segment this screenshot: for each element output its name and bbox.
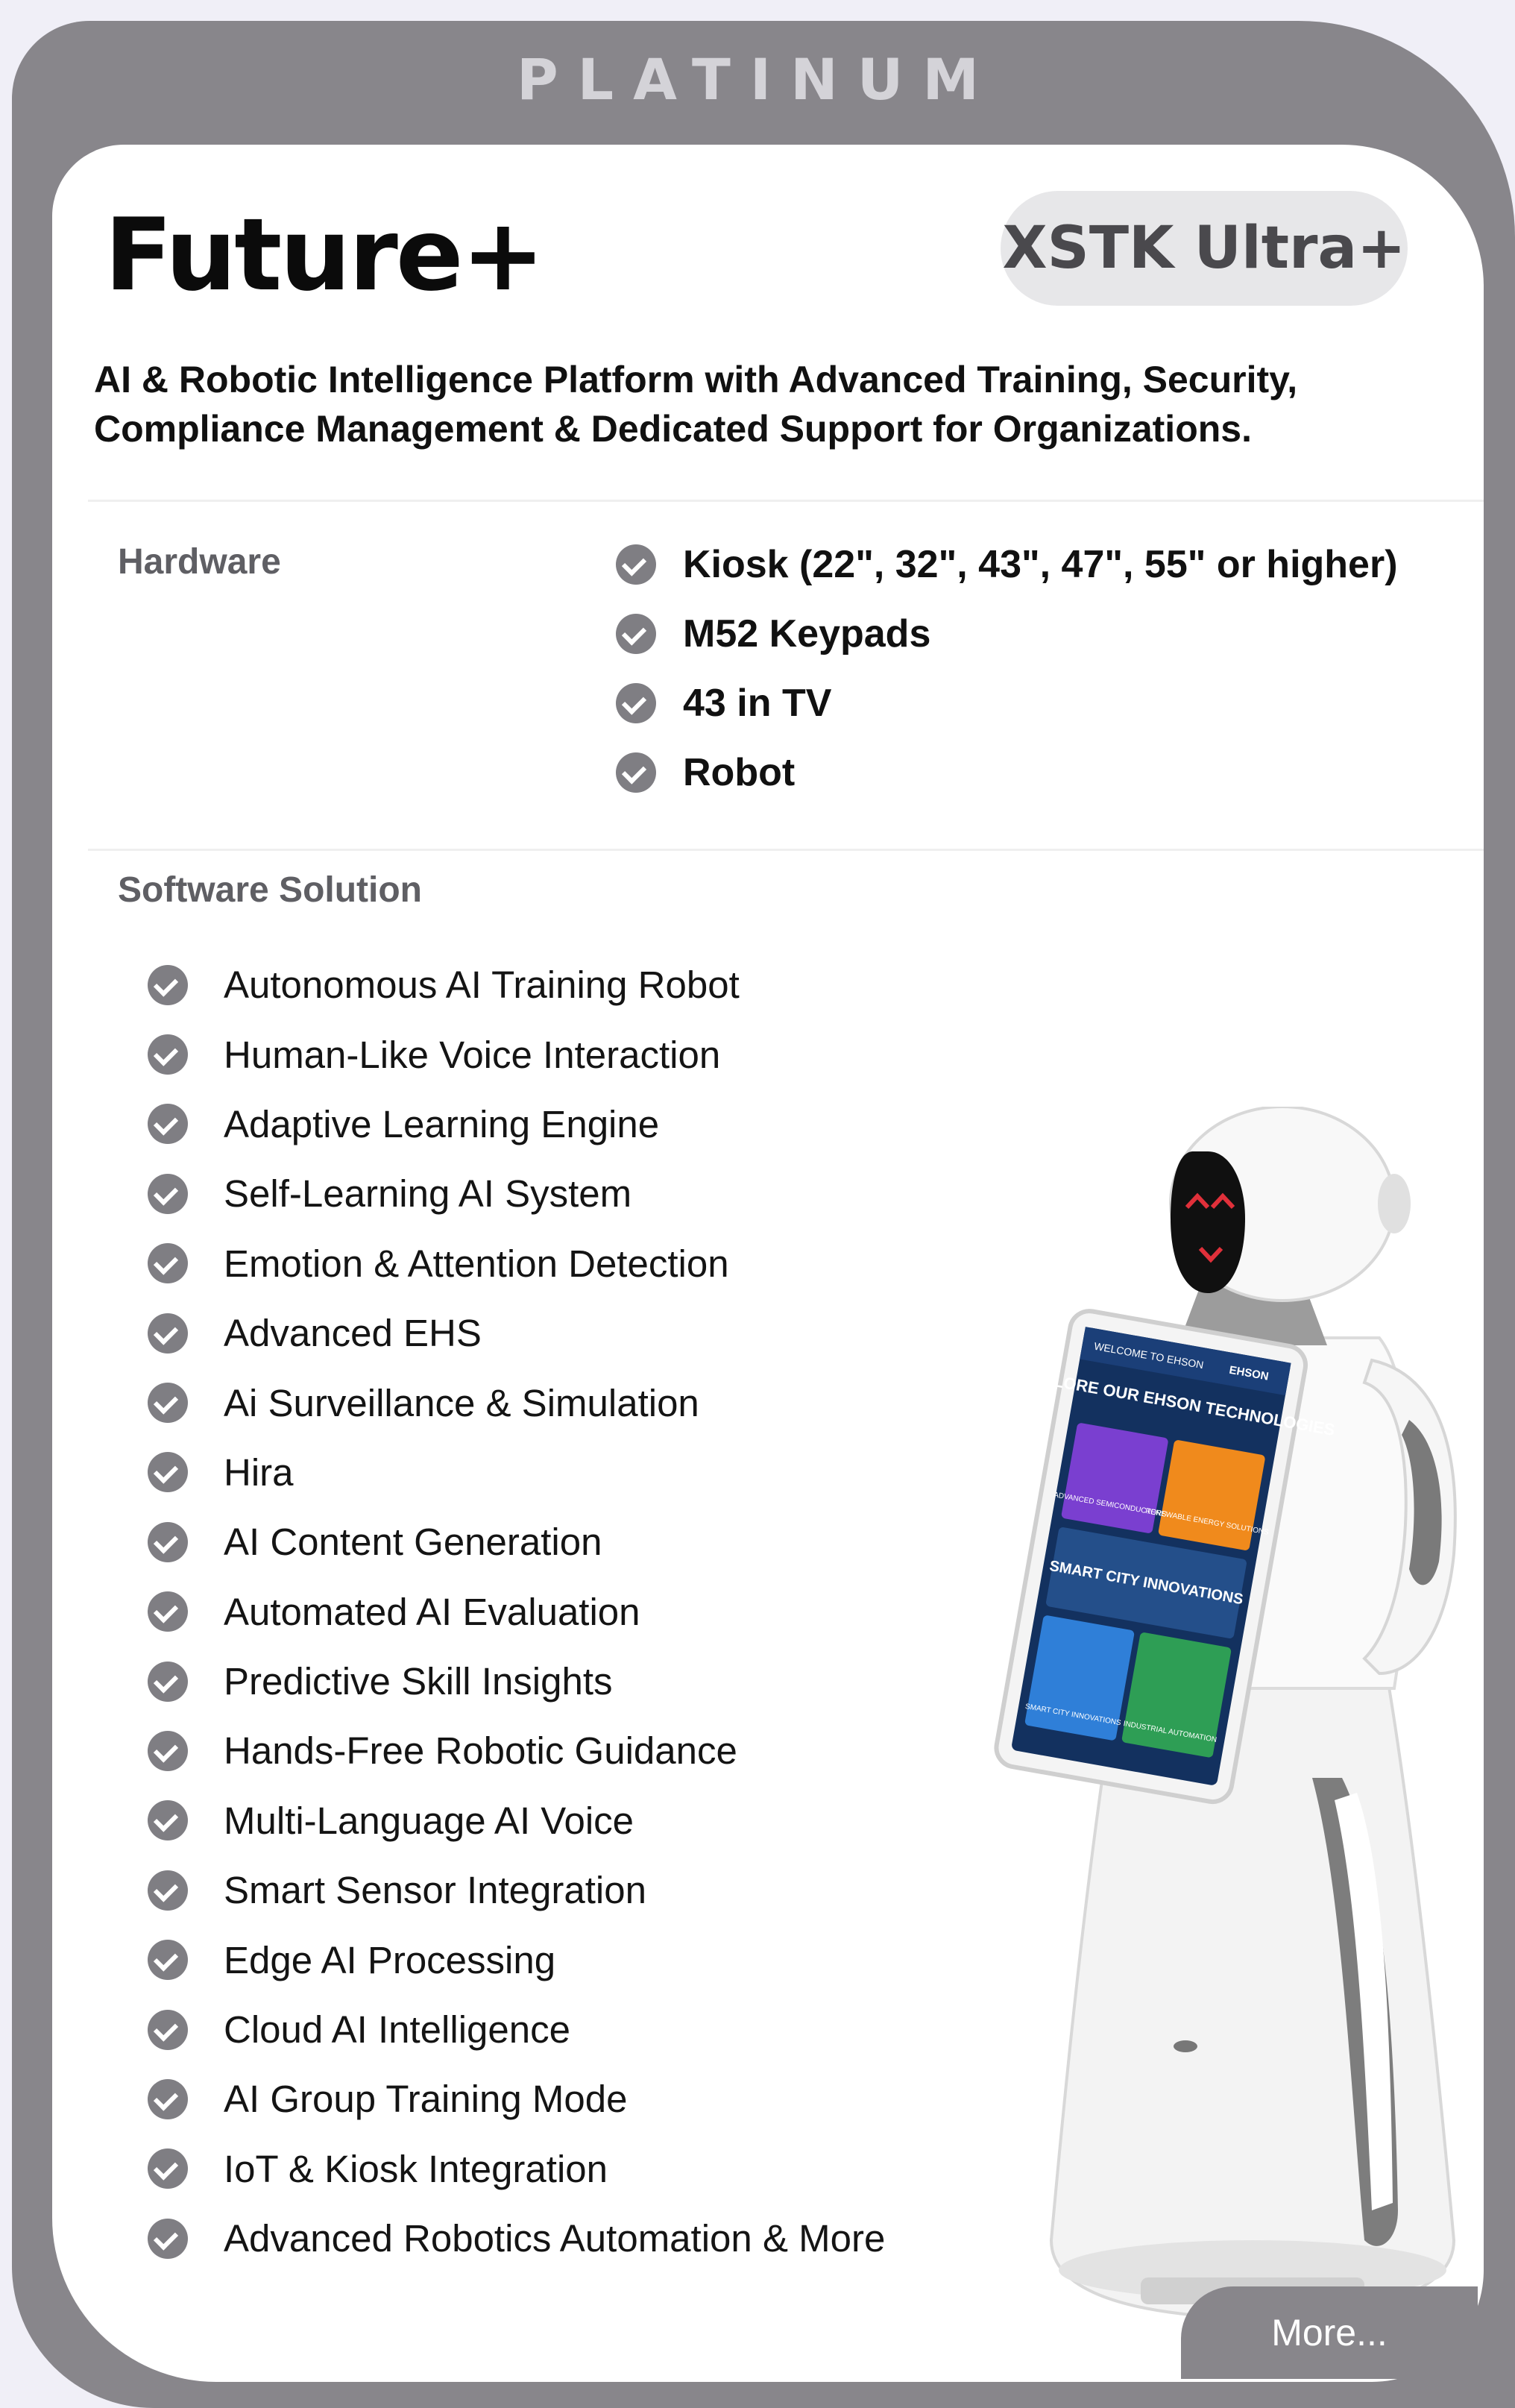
list-item: 43 in TV [616,668,1398,738]
check-icon [148,1383,188,1424]
hardware-label: Hardware [118,542,281,582]
hardware-item: Kiosk (22", 32", 43", 47", 55" or higher… [683,542,1398,586]
divider [88,500,1484,502]
software-item: Edge AI Processing [224,1938,556,1981]
software-item: AI Content Generation [224,1521,602,1564]
list-item: AI Content Generation [148,1507,885,1576]
check-icon [148,1173,188,1214]
check-icon [148,2009,188,2050]
list-item: Emotion & Attention Detection [148,1229,885,1298]
check-icon [148,964,188,1005]
tier-label: PLATINUM [516,46,999,113]
hardware-item: 43 in TV [683,681,832,725]
list-item: Autonomous AI Training Robot [148,950,885,1019]
list-item: Self-Learning AI System [148,1159,885,1228]
check-icon [148,2148,188,2189]
check-icon [616,682,656,723]
check-icon [148,1661,188,1702]
more-button[interactable]: More... [1181,2286,1478,2379]
hardware-item: M52 Keypads [683,612,931,656]
list-item: Ai Surveillance & Simulation [148,1368,885,1437]
model-badge: XSTK Ultra+ [1001,191,1408,306]
check-icon [148,1870,188,1911]
list-item: AI Group Training Mode [148,2064,885,2134]
list-item: Automated AI Evaluation [148,1577,885,1647]
list-item: IoT & Kiosk Integration [148,2134,885,2204]
software-item: Hira [224,1450,294,1494]
software-item: Self-Learning AI System [224,1172,632,1216]
check-icon [148,1521,188,1562]
hardware-item: Robot [683,750,796,794]
list-item: M52 Keypads [616,599,1398,668]
check-icon [148,1104,188,1145]
software-item: Smart Sensor Integration [224,1869,646,1912]
software-item: Advanced EHS [224,1312,482,1355]
software-item: IoT & Kiosk Integration [224,2147,608,2190]
check-icon [616,752,656,793]
check-icon [616,613,656,654]
software-item: Ai Surveillance & Simulation [224,1381,699,1424]
list-item: Kiosk (22", 32", 43", 47", 55" or higher… [616,529,1398,599]
plan-title: Future+ [104,197,545,313]
list-item: Multi-Language AI Voice [148,1786,885,1855]
list-item: Predictive Skill Insights [148,1647,885,1716]
check-icon [148,1940,188,1981]
software-item: Human-Like Voice Interaction [224,1033,721,1076]
list-item: Cloud AI Intelligence [148,1995,885,2064]
list-item: Robot [616,738,1398,807]
plan-description: AI & Robotic Intelligence Platform with … [94,359,1298,450]
check-icon [148,1313,188,1354]
check-icon [616,544,656,585]
check-icon [148,1730,188,1771]
software-item: Predictive Skill Insights [224,1660,613,1703]
software-item: Automated AI Evaluation [224,1590,640,1633]
software-item: Advanced Robotics Automation & More [224,2217,886,2260]
check-icon [148,2078,188,2119]
check-icon [148,1034,188,1075]
plan-card: Future+ XSTK Ultra+ AI & Robotic Intelli… [52,145,1484,2382]
check-icon [148,1452,188,1493]
software-list: Autonomous AI Training Robot Human-Like … [148,950,885,2273]
software-item: Cloud AI Intelligence [224,2008,570,2052]
list-item: Advanced EHS [148,1298,885,1368]
hardware-list: Kiosk (22", 32", 43", 47", 55" or higher… [616,529,1398,807]
check-icon [148,1243,188,1284]
software-item: Hands-Free Robotic Guidance [224,1729,737,1773]
software-item: Emotion & Attention Detection [224,1242,729,1285]
divider [88,849,1484,851]
list-item: Hira [148,1438,885,1507]
check-icon [148,1800,188,1841]
list-item: Advanced Robotics Automation & More [148,2204,885,2273]
software-item: Adaptive Learning Engine [224,1102,660,1145]
list-item: Adaptive Learning Engine [148,1090,885,1159]
check-icon [148,2218,188,2259]
list-item: Smart Sensor Integration [148,1855,885,1925]
list-item: Hands-Free Robotic Guidance [148,1716,885,1785]
software-item: AI Group Training Mode [224,2078,628,2121]
software-item: Multi-Language AI Voice [224,1799,634,1842]
software-label: Software Solution [118,870,422,910]
robot-image: WELCOME TO EHSON EHSON EXPLORE OUR EHSON… [994,1107,1457,2321]
check-icon [148,1591,188,1632]
list-item: Human-Like Voice Interaction [148,1019,885,1089]
software-item: Autonomous AI Training Robot [224,963,740,1007]
list-item: Edge AI Processing [148,1925,885,1994]
